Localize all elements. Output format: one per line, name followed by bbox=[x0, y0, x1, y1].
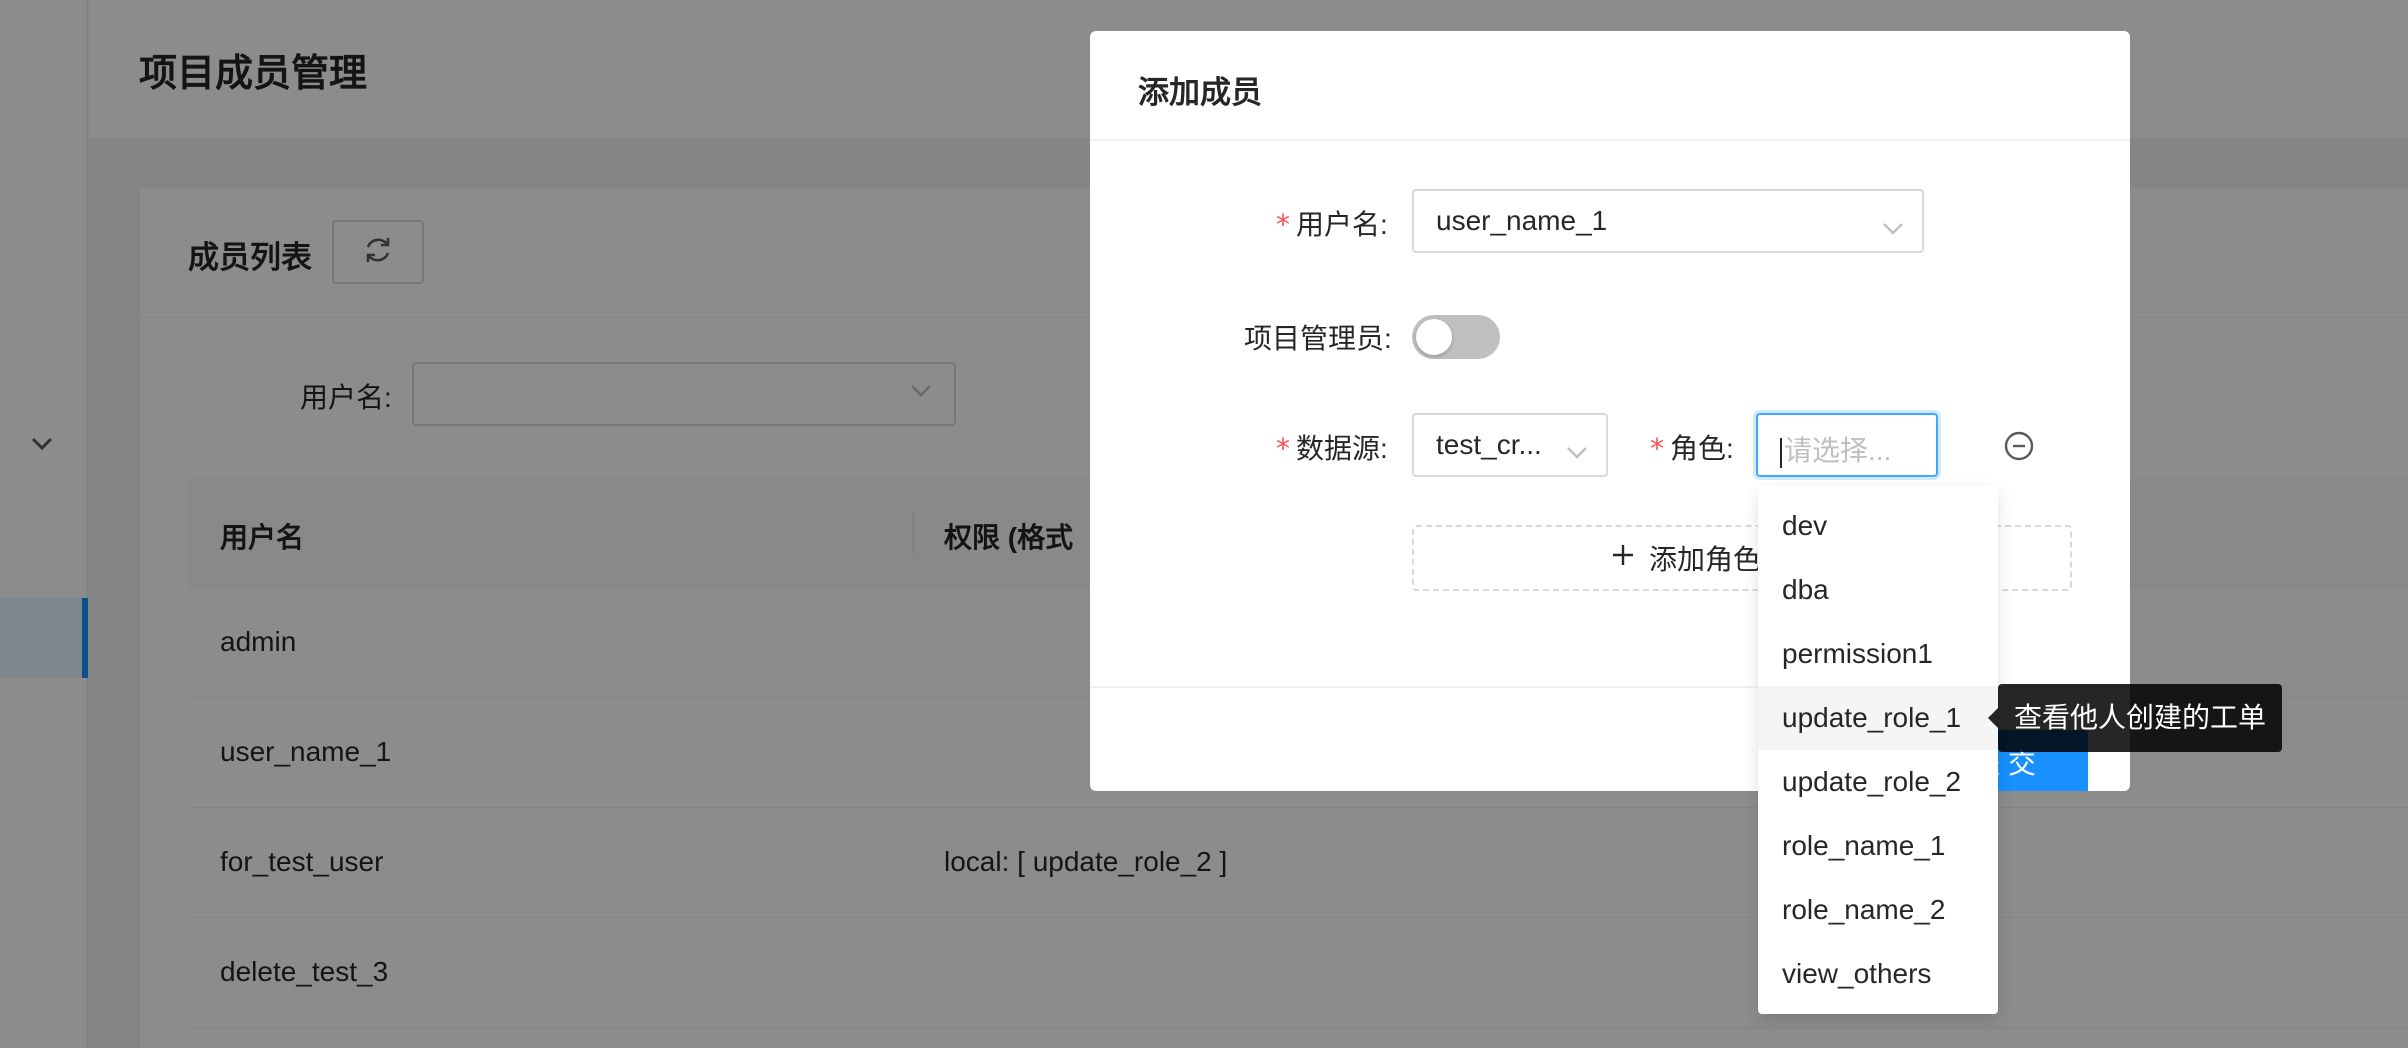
datasource-select-value: test_cr... bbox=[1436, 429, 1542, 460]
modal-header: 添加成员 bbox=[1090, 31, 2130, 141]
role-option[interactable]: update_role_2 bbox=[1758, 750, 1998, 814]
required-mark: * bbox=[1276, 432, 1290, 465]
admin-switch[interactable] bbox=[1412, 315, 1500, 359]
chevron-down-icon bbox=[1882, 211, 1904, 243]
plus-icon bbox=[1611, 542, 1635, 574]
username-select-value: user_name_1 bbox=[1436, 205, 1608, 236]
modal-title: 添加成员 bbox=[1138, 75, 1262, 110]
role-option[interactable]: role_name_1 bbox=[1758, 814, 1998, 878]
username-label: * 用户名: bbox=[1276, 203, 1388, 243]
role-option[interactable]: dba bbox=[1758, 558, 1998, 622]
role-option[interactable]: role_name_2 bbox=[1758, 878, 1998, 942]
required-mark: * bbox=[1650, 432, 1664, 465]
switch-knob bbox=[1416, 319, 1452, 355]
tooltip-arrow bbox=[1988, 708, 1998, 728]
role-option-hovered[interactable]: update_role_1 bbox=[1758, 686, 1998, 750]
tooltip-text: 查看他人创建的工单 bbox=[2014, 702, 2267, 733]
required-mark: * bbox=[1276, 208, 1290, 241]
username-label-text: 用户名: bbox=[1296, 209, 1388, 240]
role-option[interactable]: dev bbox=[1758, 494, 1998, 558]
datasource-label-text: 数据源: bbox=[1296, 433, 1388, 464]
admin-label: 项目管理员: bbox=[1244, 323, 1392, 354]
role-label: * 角色: bbox=[1650, 427, 1734, 467]
text-caret bbox=[1780, 437, 1782, 468]
role-select[interactable]: 请选择... bbox=[1756, 413, 1938, 477]
role-select-placeholder: 请选择... bbox=[1784, 435, 1892, 466]
role-tooltip: 查看他人创建的工单 bbox=[1988, 684, 2282, 752]
username-select[interactable]: user_name_1 bbox=[1412, 189, 1924, 253]
role-label-text: 角色: bbox=[1670, 433, 1734, 464]
role-option[interactable]: view_others bbox=[1758, 942, 1998, 1006]
datasource-label: * 数据源: bbox=[1276, 427, 1388, 467]
datasource-select[interactable]: test_cr... bbox=[1412, 413, 1608, 477]
minus-circle-icon[interactable] bbox=[2002, 429, 2036, 463]
chevron-down-icon bbox=[1566, 435, 1588, 467]
role-option[interactable]: permission1 bbox=[1758, 622, 1998, 686]
role-dropdown: dev dba permission1 update_role_1 update… bbox=[1758, 486, 1998, 1014]
